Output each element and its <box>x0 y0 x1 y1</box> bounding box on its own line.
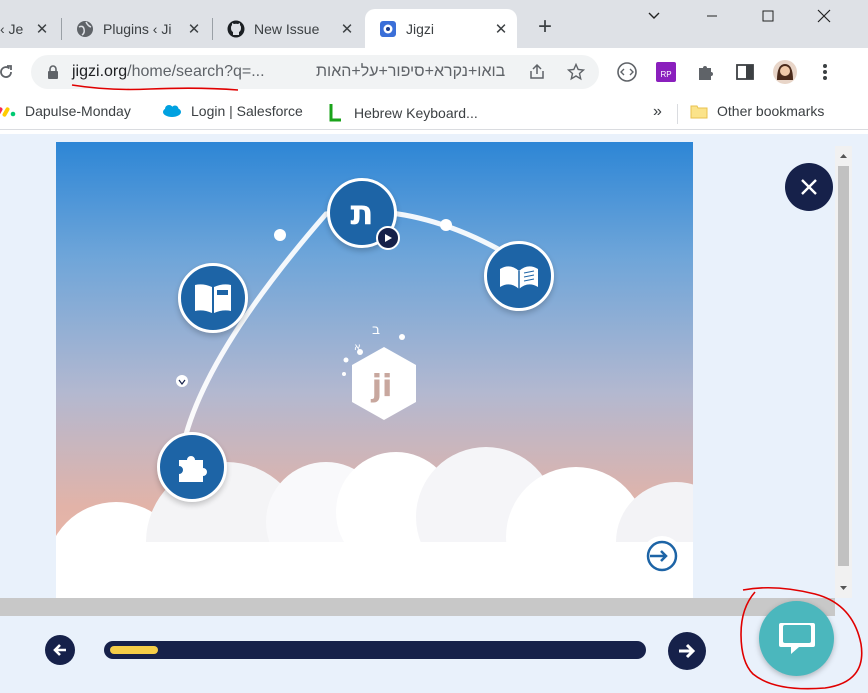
close-tab-icon[interactable]: ✕ <box>493 21 509 38</box>
folder-icon <box>690 103 708 119</box>
lock-icon[interactable] <box>41 60 65 84</box>
side-panel-icon[interactable] <box>733 60 757 84</box>
jigzi-icon <box>379 20 397 38</box>
tab-title: Jigzi <box>406 20 435 37</box>
bookmarks-bar: Dapulse-Monday Login | Salesforce Hebrew… <box>0 96 868 130</box>
new-tab-button[interactable]: + <box>533 15 557 40</box>
github-icon <box>227 20 245 38</box>
extension-rp-icon[interactable]: RP <box>654 60 678 84</box>
bookmark-star-icon[interactable] <box>564 60 588 84</box>
tab-plugins[interactable]: Plugins ‹ Ji ✕ <box>64 9 210 48</box>
close-game-button[interactable] <box>785 163 833 211</box>
profile-avatar[interactable] <box>773 60 797 84</box>
close-window-icon[interactable] <box>796 0 852 32</box>
game-canvas[interactable]: ji ב א ת <box>56 142 693 598</box>
back-button[interactable] <box>45 635 75 665</box>
letter-node-label: ת <box>350 193 374 233</box>
salesforce-cloud-icon <box>162 104 182 118</box>
browser-menu-icon[interactable] <box>813 60 837 84</box>
scroll-up-arrow-icon[interactable] <box>838 148 849 158</box>
url-query: בואו+נקרא+סיפור+על+האות <box>316 63 506 80</box>
hebrew-keyboard-l-icon <box>327 103 345 123</box>
svg-text:א: א <box>354 342 361 353</box>
progress-bar <box>104 641 646 659</box>
enter-icon[interactable] <box>642 536 682 576</box>
arrow-right-icon <box>679 643 696 659</box>
bookmark-hebrew-keyboard[interactable]: Hebrew Keyboard... <box>327 103 478 123</box>
browser-toolbar: jigzi.org/home/search?q=... בואו+נקרא+סי… <box>0 48 868 96</box>
svg-text:ji: ji <box>371 369 393 404</box>
svg-text:ב: ב <box>372 322 380 338</box>
arrow-left-icon <box>53 644 66 656</box>
tab-strip: ‹ Je ✕ Plugins ‹ Ji ✕ New Issue ✕ Jigzi <box>0 0 868 48</box>
monday-icon <box>0 104 16 118</box>
puzzle-piece-icon <box>179 456 207 482</box>
red-circle-annotation <box>740 586 863 690</box>
puzzle-node[interactable] <box>157 432 227 502</box>
jigzi-logo: ji ב א <box>342 322 416 420</box>
close-icon <box>801 179 817 195</box>
close-tab-icon[interactable]: ✕ <box>339 21 355 38</box>
bookmark-label: Dapulse-Monday <box>25 103 131 119</box>
bookmarks-overflow-chevron[interactable]: » <box>653 103 662 121</box>
close-tab-icon[interactable]: ✕ <box>186 21 202 38</box>
bookmark-salesforce[interactable]: Login | Salesforce <box>162 103 303 119</box>
bookmark-dapulse[interactable]: Dapulse-Monday <box>0 103 131 119</box>
vertical-scroll-thumb[interactable] <box>838 166 849 566</box>
minimize-icon[interactable] <box>684 0 740 32</box>
story-book-node[interactable] <box>484 241 554 311</box>
play-icon[interactable] <box>376 226 400 250</box>
reload-icon[interactable] <box>0 60 18 84</box>
tab-separator <box>61 18 62 40</box>
other-bookmarks[interactable]: Other bookmarks <box>690 103 824 119</box>
extension-code-icon[interactable] <box>615 60 639 84</box>
close-tab-icon[interactable]: ✕ <box>34 21 50 38</box>
overflow-label: » <box>653 103 662 120</box>
url-path: /home/search?q=... <box>127 63 265 80</box>
bookmark-label: Other bookmarks <box>717 103 825 119</box>
url-text: jigzi.org/home/search?q=... <box>72 63 265 81</box>
progress-fill <box>110 646 158 654</box>
book-node[interactable] <box>178 263 248 333</box>
maximize-icon[interactable] <box>740 0 796 32</box>
url-host: jigzi.org <box>72 63 128 80</box>
bookmark-label: Hebrew Keyboard... <box>354 105 478 121</box>
open-book-icon <box>195 284 231 313</box>
tab-title: ‹ Je <box>0 20 24 37</box>
tab-separator <box>212 18 213 40</box>
forward-button[interactable] <box>668 632 706 670</box>
bookmark-separator <box>677 104 678 124</box>
tab-title: New Issue <box>254 20 320 37</box>
reading-book-icon <box>500 266 538 289</box>
tab-wordpress[interactable]: ‹ Je ✕ <box>0 9 58 48</box>
bookmark-label: Login | Salesforce <box>191 103 303 119</box>
svg-text:RP: RP <box>660 70 671 79</box>
tab-title: Plugins ‹ Ji <box>103 20 172 37</box>
tab-new-issue[interactable]: New Issue ✕ <box>215 9 363 48</box>
red-underline-annotation <box>71 84 239 91</box>
globe-icon <box>76 20 94 38</box>
horizontal-scrollbar[interactable] <box>0 598 835 616</box>
tab-search-chevron-icon[interactable] <box>626 0 682 32</box>
extensions-puzzle-icon[interactable] <box>694 60 718 84</box>
share-icon[interactable] <box>525 60 549 84</box>
tab-jigzi[interactable]: Jigzi ✕ <box>365 9 517 48</box>
browser-window: ‹ Je ✕ Plugins ‹ Ji ✕ New Issue ✕ Jigzi <box>0 0 868 134</box>
